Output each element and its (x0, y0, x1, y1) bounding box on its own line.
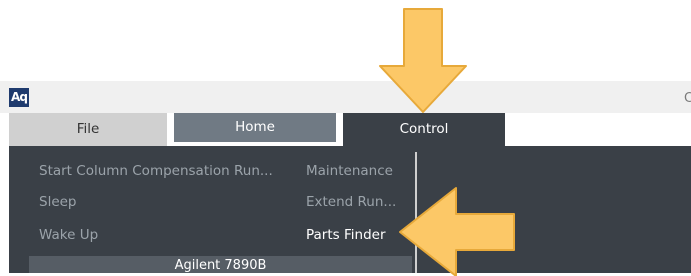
tab-file[interactable]: File (9, 113, 167, 146)
app-logo-icon: Aq (9, 88, 29, 107)
menu-maintenance[interactable]: Maintenance (306, 163, 393, 179)
menu-extend-run[interactable]: Extend Run... (306, 194, 396, 210)
window-title-fragment: C (684, 91, 691, 106)
menu-parts-finder[interactable]: Parts Finder (306, 227, 386, 243)
arrow-down-icon (379, 8, 467, 113)
menu-start-column-compensation-run[interactable]: Start Column Compensation Run... (39, 163, 273, 179)
arrow-left-icon (399, 187, 515, 276)
title-bar (0, 81, 691, 113)
tab-home[interactable]: Home (174, 113, 336, 142)
menu-wake-up[interactable]: Wake Up (39, 227, 98, 243)
menu-sleep[interactable]: Sleep (39, 194, 77, 210)
group-label-agilent-7890b: Agilent 7890B (29, 256, 412, 273)
tab-control[interactable]: Control (343, 113, 505, 146)
